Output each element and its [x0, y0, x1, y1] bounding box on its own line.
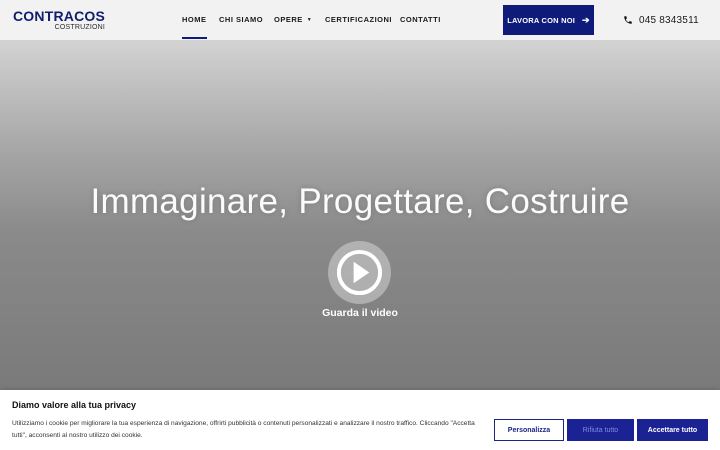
nav-item-certificazioni[interactable]: CERTIFICAZIONI	[325, 15, 392, 24]
play-video-button[interactable]	[328, 241, 391, 304]
video-label[interactable]: Guarda il video	[0, 307, 720, 319]
phone-link[interactable]: 045 8343511	[610, 0, 710, 40]
nav-item-chi-siamo[interactable]: CHI SIAMO	[219, 15, 263, 24]
cookie-text: Utilizziamo i cookie per migliorare la t…	[12, 420, 475, 439]
reject-all-button[interactable]: Rifiuta tutto	[567, 419, 634, 441]
hero-title: Immaginare, Progettare, Costruire	[90, 182, 630, 221]
play-icon	[336, 249, 383, 296]
accept-all-button[interactable]: Accettare tutto	[637, 419, 708, 441]
lavora-con-noi-button[interactable]: LAVORA CON NOI ➔	[503, 5, 594, 35]
site-header: CONTRACOS COSTRUZIONI HOME CHI SIAMO OPE…	[0, 0, 720, 40]
nav-item-home[interactable]: HOME	[182, 15, 207, 39]
nav-item-opere-label: OPERE	[274, 15, 303, 24]
logo-subtitle: COSTRUZIONI	[54, 24, 106, 31]
cookie-banner: Diamo valore alla tua privacy Utilizziam…	[0, 390, 720, 450]
logo-title: CONTRACOS	[13, 8, 106, 24]
nav-item-contatti[interactable]: CONTATTI	[400, 15, 441, 24]
cta-label: LAVORA CON NOI	[507, 15, 576, 25]
hero-section: Immaginare, Progettare, Costruire Guarda…	[0, 40, 720, 390]
customize-button[interactable]: Personalizza	[494, 419, 564, 441]
phone-icon	[624, 16, 632, 24]
logo[interactable]: CONTRACOS COSTRUZIONI	[13, 9, 105, 32]
nav-item-opere[interactable]: OPERE ▼	[274, 15, 312, 24]
cookie-title: Diamo valore alla tua privacy	[12, 400, 137, 410]
chevron-down-icon: ▼	[306, 17, 313, 23]
phone-number: 045 8343511	[639, 14, 699, 26]
arrow-right-icon: ➔	[582, 14, 590, 25]
